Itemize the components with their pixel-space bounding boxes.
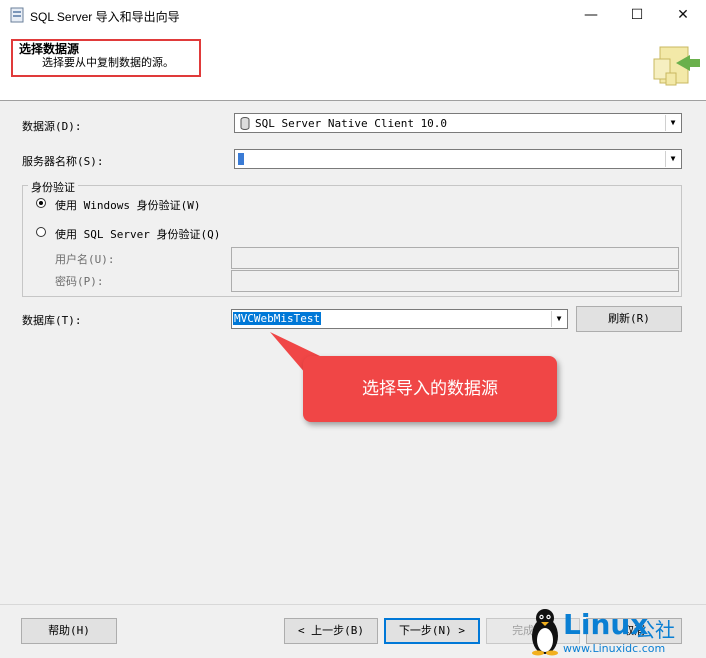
footer-divider	[0, 604, 706, 605]
sql-auth-label[interactable]: 使用 SQL Server 身份验证(Q)	[55, 226, 220, 242]
password-label: 密码(P):	[55, 275, 104, 288]
windows-auth-label[interactable]: 使用 Windows 身份验证(W)	[55, 197, 200, 213]
database-label: 数据库(T):	[22, 314, 82, 327]
server-name-input[interactable]: ▼	[234, 149, 682, 169]
annotation-callout: 选择导入的数据源	[303, 356, 557, 422]
wizard-graphic-icon	[646, 37, 702, 93]
database-icon	[240, 117, 250, 130]
chevron-down-icon[interactable]: ▼	[665, 115, 680, 131]
datasource-select[interactable]: SQL Server Native Client 10.0 ▼	[234, 113, 682, 133]
text-caret	[238, 153, 244, 165]
help-button[interactable]: 帮助(H)	[21, 618, 117, 644]
close-button[interactable]: ✕	[660, 0, 706, 30]
watermark-cn: 公社	[635, 618, 675, 642]
app-icon	[10, 7, 24, 23]
database-select[interactable]: MVCWebMisTest ▼	[231, 309, 568, 329]
chevron-down-icon[interactable]: ▼	[551, 311, 566, 327]
sql-auth-radio[interactable]	[36, 227, 46, 237]
datasource-label: 数据源(D):	[22, 120, 82, 133]
title-bar: SQL Server 导入和导出向导 — ☐ ✕	[0, 0, 706, 30]
watermark-url: www.Linuxidc.com	[563, 642, 666, 655]
windows-auth-radio[interactable]	[36, 198, 46, 208]
watermark: Linux 公社 www.Linuxidc.com	[525, 606, 706, 658]
refresh-button[interactable]: 刷新(R)	[576, 306, 682, 332]
username-label: 用户名(U):	[55, 253, 115, 266]
auth-group-label: 身份验证	[28, 179, 78, 195]
password-input[interactable]	[231, 270, 679, 292]
database-value: MVCWebMisTest	[233, 312, 322, 325]
penguin-logo-icon	[532, 609, 558, 656]
window-title: SQL Server 导入和导出向导	[30, 10, 180, 24]
username-input[interactable]	[231, 247, 679, 269]
server-label: 服务器名称(S):	[22, 155, 104, 168]
minimize-button[interactable]: —	[568, 0, 614, 30]
next-button[interactable]: 下一步(N) >	[384, 618, 480, 644]
back-button[interactable]: < 上一步(B)	[284, 618, 378, 644]
annotation-highlight-box	[11, 39, 201, 77]
datasource-value: SQL Server Native Client 10.0	[255, 117, 448, 130]
maximize-button[interactable]: ☐	[614, 0, 660, 30]
chevron-down-icon[interactable]: ▼	[665, 151, 680, 167]
